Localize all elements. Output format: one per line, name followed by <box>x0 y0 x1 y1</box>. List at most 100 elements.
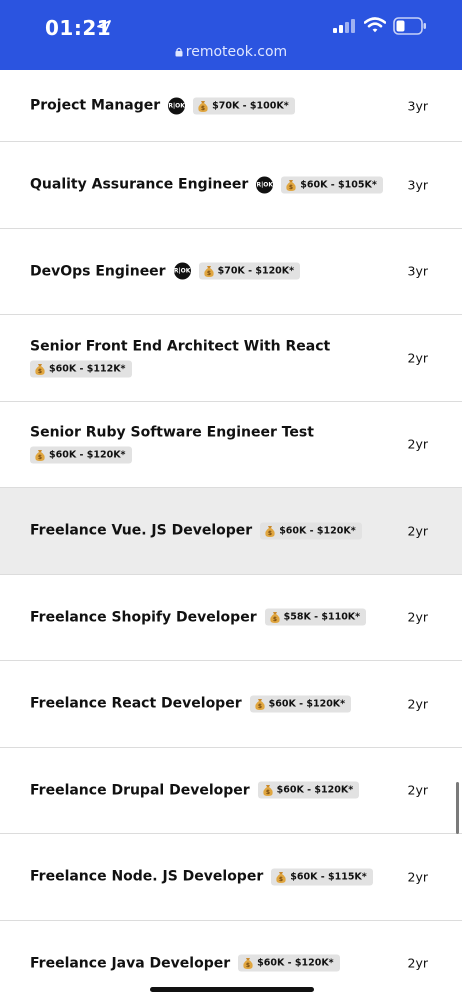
salary-text: $70K - $100K* <box>212 100 289 111</box>
job-row[interactable]: Freelance Node. JS Developer $ $60K - $115… <box>0 834 462 921</box>
salary-text: $60K - $120K* <box>257 957 334 969</box>
svg-text:$: $ <box>289 184 293 191</box>
job-row-content: Freelance React Developer $ $60K - $120K* <box>30 695 392 713</box>
job-row-content: Senior Front End Architect With React $ $6… <box>30 338 392 378</box>
job-age: 3yr <box>407 177 429 193</box>
svg-text:$: $ <box>279 876 283 883</box>
money-bag-icon: $ <box>276 871 286 883</box>
job-row[interactable]: Freelance Shopify Developer $ $58K - $110K… <box>0 574 462 661</box>
job-row-content: Freelance Drupal Developer $ $60K - $120K* <box>30 781 392 799</box>
svg-text:$: $ <box>38 368 42 375</box>
job-row-content: Freelance Java Developer $ $60K - $120K* <box>30 954 392 972</box>
svg-text:$: $ <box>38 454 42 461</box>
job-row-content: Quality Assurance Engineer R|OK $ $60K - $1… <box>30 176 392 194</box>
job-age: 2yr <box>407 955 429 971</box>
salary-badge: $ $60K - $120K* <box>30 446 132 464</box>
address-bar[interactable]: remoteok.com <box>0 44 462 60</box>
job-row[interactable]: Project Manager R|OK $ $70K - $100K* 3yr <box>0 70 462 142</box>
svg-text:$: $ <box>273 616 277 623</box>
money-bag-icon: $ <box>269 612 280 623</box>
salary-text: $60K - $105K* <box>300 179 377 191</box>
salary-badge: $ $70K - $120K* <box>198 262 301 280</box>
money-bag-icon: $ <box>198 100 208 112</box>
remote-ok-badge-icon: R|OK <box>173 262 191 280</box>
svg-text:$: $ <box>266 789 270 796</box>
salary-badge: $ $60K - $120K* <box>257 781 360 799</box>
job-age: 3yr <box>407 263 429 279</box>
svg-text:$: $ <box>246 962 250 969</box>
money-bag-icon: $ <box>262 785 273 796</box>
job-title[interactable]: Freelance React Developer <box>30 696 242 712</box>
job-row[interactable]: Quality Assurance Engineer R|OK $ $60K - $1… <box>0 142 462 229</box>
job-row-content: Project Manager R|OK $ $70K - $100K* <box>30 97 392 114</box>
job-age: 2yr <box>407 436 429 452</box>
svg-text:$: $ <box>207 270 211 277</box>
job-row-content: Freelance Shopify Developer $ $58K - $110K… <box>30 608 392 626</box>
salary-badge: $ $60K - $105K* <box>281 176 383 194</box>
battery-icon <box>393 17 426 35</box>
job-title[interactable]: Freelance Shopify Developer <box>30 609 257 625</box>
job-age: 2yr <box>407 523 429 539</box>
svg-text:$: $ <box>201 105 205 112</box>
job-title[interactable]: Freelance Java Developer <box>30 955 230 971</box>
job-row[interactable]: DevOps Engineer R|OK $ $70K - $120K* 3yr <box>0 228 462 315</box>
job-title[interactable]: Quality Assurance Engineer <box>30 177 248 193</box>
money-bag-icon: $ <box>243 958 253 969</box>
job-age: 3yr <box>407 98 429 113</box>
money-bag-icon: $ <box>203 266 214 277</box>
job-title[interactable]: Senior Front End Architect With React <box>30 338 330 354</box>
svg-text:$: $ <box>268 530 272 537</box>
job-title[interactable]: Freelance Node. JS Developer <box>30 869 263 885</box>
url-text: remoteok.com <box>185 44 288 60</box>
money-bag-icon: $ <box>265 525 275 537</box>
salary-text: $60K - $120K* <box>276 784 354 796</box>
salary-badge: $ $60K - $120K* <box>238 954 340 972</box>
job-row[interactable]: Freelance React Developer $ $60K - $120K* 2… <box>0 661 462 748</box>
money-bag-icon: $ <box>35 363 45 375</box>
money-bag-icon: $ <box>254 698 265 710</box>
job-row[interactable]: Freelance Vue. JS Developer $ $60K - $120K… <box>0 488 462 575</box>
job-row-content: Freelance Node. JS Developer $ $60K - $115… <box>30 868 392 886</box>
signal-icon <box>333 19 355 33</box>
scrollbar[interactable] <box>456 782 459 834</box>
salary-text: $60K - $120K* <box>268 698 346 710</box>
job-row-content: DevOps Engineer R|OK $ $70K - $120K* <box>30 262 392 280</box>
lock-icon <box>175 47 183 57</box>
salary-text: $70K - $120K* <box>217 265 295 277</box>
salary-text: $60K - $120K* <box>279 525 356 537</box>
job-row-content: Freelance Vue. JS Developer $ $60K - $120K… <box>30 522 392 540</box>
remote-ok-badge-icon: R|OK <box>168 97 186 114</box>
salary-badge: $ $70K - $100K* <box>193 97 295 114</box>
salary-badge: $ $60K - $120K* <box>249 695 352 713</box>
wifi-icon <box>364 17 386 33</box>
remote-ok-badge-icon: R|OK <box>256 176 274 194</box>
money-bag-icon: $ <box>35 450 45 461</box>
job-age: 2yr <box>407 869 429 885</box>
job-age: 2yr <box>407 696 429 712</box>
job-title[interactable]: Senior Ruby Software Engineer Test <box>30 425 314 441</box>
job-row-content: Senior Ruby Software Engineer Test $ $60K … <box>30 425 392 464</box>
salary-text: $58K - $110K* <box>283 611 361 623</box>
svg-text:$: $ <box>258 703 262 710</box>
salary-text: $60K - $120K* <box>49 449 126 461</box>
home-indicator[interactable] <box>150 987 314 992</box>
salary-badge: $ $58K - $110K* <box>264 608 367 626</box>
salary-text: $60K - $115K* <box>290 871 367 883</box>
salary-badge: $ $60K - $120K* <box>260 522 362 540</box>
job-title[interactable]: Freelance Vue. JS Developer <box>30 523 252 539</box>
job-row[interactable]: Senior Ruby Software Engineer Test $ $60K … <box>0 401 462 488</box>
job-title[interactable]: Project Manager <box>30 98 160 114</box>
job-title[interactable]: DevOps Engineer <box>30 263 166 279</box>
job-title[interactable]: Freelance Drupal Developer <box>30 782 250 798</box>
job-row[interactable]: Senior Front End Architect With React $ $6… <box>0 315 462 402</box>
job-age: 2yr <box>407 350 429 366</box>
job-row[interactable]: Freelance Drupal Developer $ $60K - $120K*… <box>0 747 462 834</box>
salary-text: $60K - $112K* <box>49 363 126 375</box>
location-arrow-icon <box>97 20 111 34</box>
top-bar: 01:21 remoteok.com <box>0 0 462 70</box>
money-bag-icon: $ <box>286 179 296 191</box>
salary-badge: $ $60K - $115K* <box>271 868 373 886</box>
job-age: 2yr <box>407 782 429 798</box>
job-age: 2yr <box>407 609 429 625</box>
salary-badge: $ $60K - $112K* <box>30 360 132 378</box>
